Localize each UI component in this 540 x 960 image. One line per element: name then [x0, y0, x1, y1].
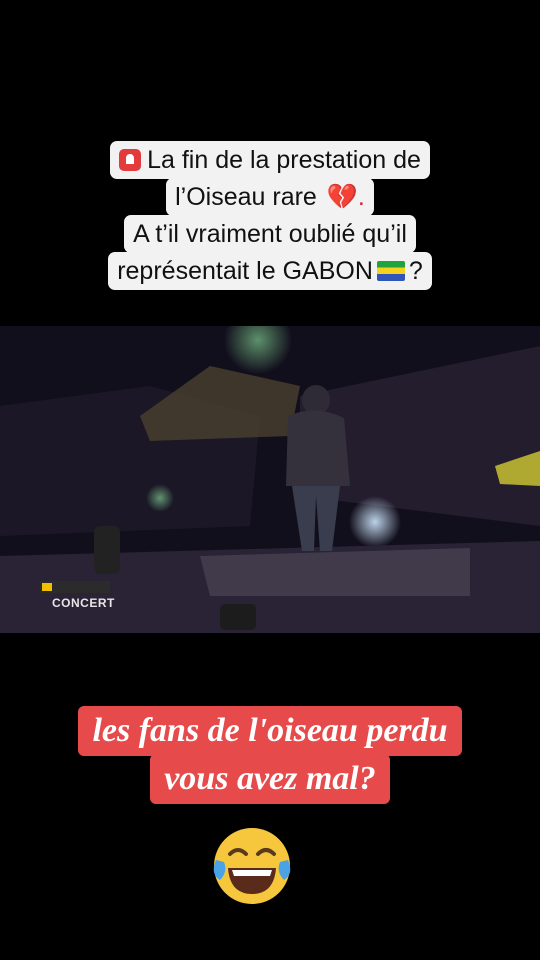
tears-of-joy-emoji-icon	[213, 828, 291, 904]
caption-question-mark: ?	[408, 257, 423, 285]
channel-logo: CONCERT	[52, 596, 115, 610]
broken-heart-icon: 💔.	[326, 183, 365, 211]
overlay-line-2: vous avez mal?	[150, 754, 390, 804]
caption-line-2: l’Oiseau rare 💔.	[166, 178, 374, 216]
caption-text-2: l’Oiseau rare	[175, 183, 317, 211]
caption-line-3: A t’il vraiment oublié qu’il	[124, 215, 416, 253]
overlay-caption: les fans de l'oiseau perdu vous avez mal…	[0, 706, 540, 804]
caption-line-4: représentait le GABON?	[108, 252, 432, 290]
concert-video[interactable]: CONCERT	[0, 326, 540, 633]
caption-text-1: La fin de la prestation de	[147, 146, 421, 174]
overlay-line-1: les fans de l'oiseau perdu	[78, 706, 462, 756]
caption-line-1: La fin de la prestation de	[110, 141, 430, 179]
caption-text-4: représentait le GABON	[117, 257, 373, 285]
siren-icon	[119, 149, 142, 171]
top-caption: La fin de la prestation de l’Oiseau rare…	[0, 141, 540, 290]
gabon-flag-icon	[376, 261, 405, 281]
caption-text-3: A t’il vraiment oublié qu’il	[133, 220, 407, 248]
concert-scene-image	[0, 326, 540, 633]
